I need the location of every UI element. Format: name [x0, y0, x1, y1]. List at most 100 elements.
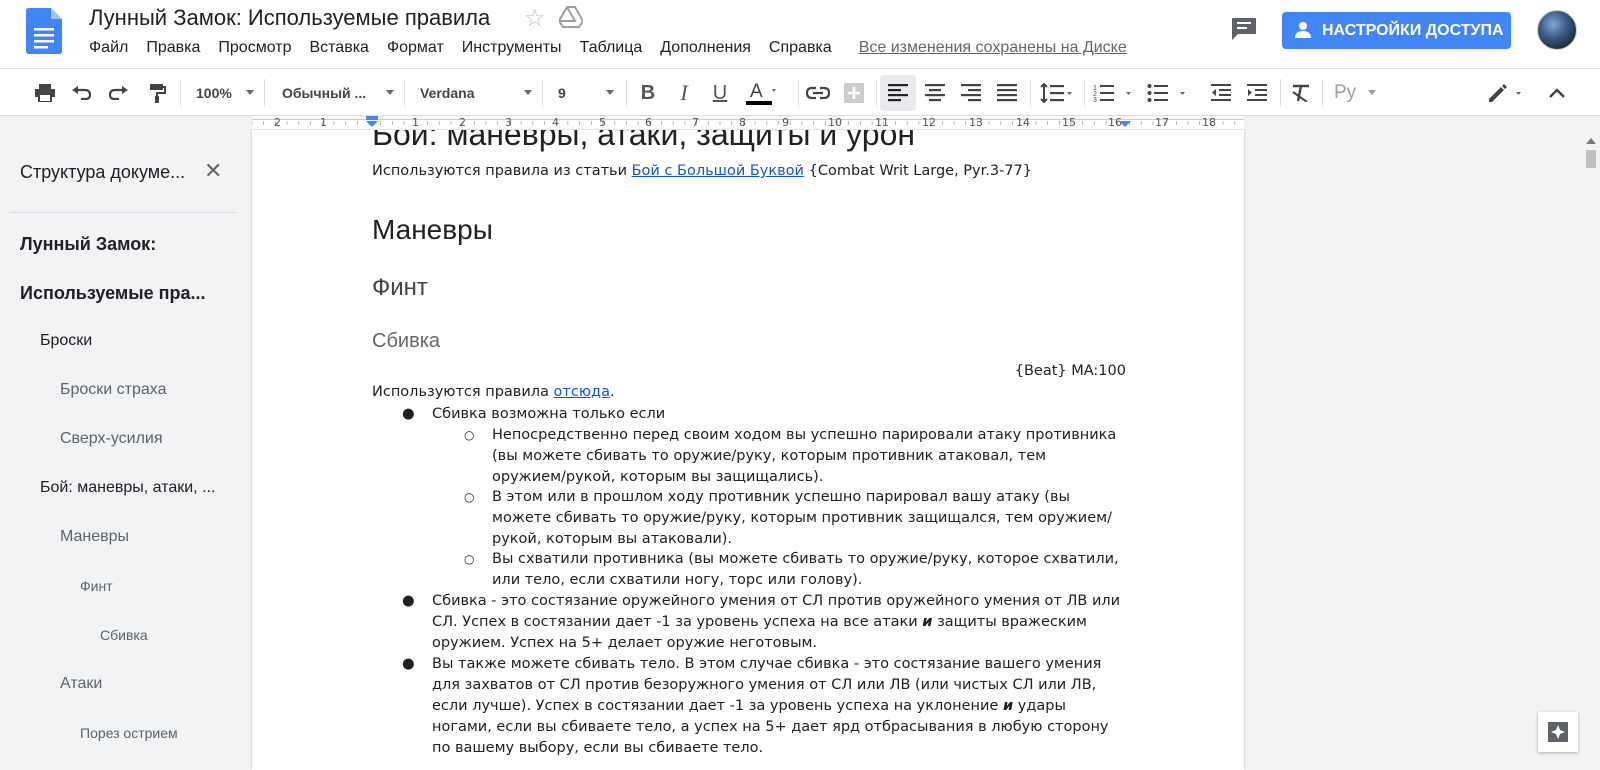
- list-item: ● Вы также можете сбивать тело. В этом сл…: [402, 654, 1122, 759]
- outline-item[interactable]: Маневры: [60, 528, 129, 546]
- paragraph-style-select[interactable]: Обычный ...: [268, 69, 402, 117]
- outline-divider: [10, 212, 236, 213]
- close-icon[interactable]: ✕: [204, 158, 222, 184]
- list-item: ○ В этом или в прошлом ходу противник усп…: [464, 487, 1122, 550]
- list-item: ● Сбивка - это состязание оружейного умен…: [402, 591, 1122, 654]
- explore-button[interactable]: [1538, 712, 1578, 752]
- outline-item[interactable]: Сверх-усилия: [60, 430, 163, 448]
- list-item-text: Вы также можете сбивать тело. В этом слу…: [432, 656, 1102, 714]
- star-icon[interactable]: ☆: [524, 4, 546, 33]
- clear-formatting-icon[interactable]: [1284, 69, 1318, 117]
- ruler[interactable]: 2 1 1 2 3 4 5 6 7 8 9 10 11 12 13 14 15 …: [252, 116, 1244, 130]
- align-center-icon[interactable]: [918, 69, 952, 117]
- outline-item[interactable]: Финт: [80, 578, 113, 594]
- avatar[interactable]: [1537, 10, 1577, 50]
- heading-beat: Сбивка: [372, 330, 441, 352]
- line-spacing-icon[interactable]: [1034, 69, 1078, 117]
- outline-item[interactable]: Используемые пра...: [20, 283, 206, 304]
- right-indent-marker-icon[interactable]: [1118, 116, 1132, 128]
- rules-source-link[interactable]: отсюда: [554, 384, 610, 400]
- menu-help[interactable]: Справка: [760, 39, 841, 57]
- text-color-icon[interactable]: A: [741, 69, 781, 117]
- outline-item[interactable]: Бой: маневры, атаки, ...: [40, 479, 215, 497]
- move-to-folder-icon[interactable]: [559, 6, 583, 28]
- outline-item[interactable]: Порез острием: [80, 725, 178, 741]
- toolbar-divider: [798, 79, 799, 107]
- menu-format[interactable]: Формат: [378, 39, 453, 57]
- zoom-value: 100%: [196, 85, 232, 101]
- docs-logo-icon[interactable]: [26, 8, 62, 54]
- menu-insert[interactable]: Вставка: [300, 39, 377, 57]
- input-tools-select[interactable]: Ру: [1326, 69, 1384, 117]
- font-size-select[interactable]: 9: [544, 69, 622, 117]
- toolbar-divider: [404, 79, 405, 107]
- bold-icon[interactable]: B: [633, 69, 663, 117]
- ruler-number: 1: [320, 116, 327, 129]
- save-status[interactable]: Все изменения сохранены на Диске: [859, 39, 1127, 57]
- list-item-text: В этом или в прошлом ходу противник успе…: [492, 489, 1112, 547]
- input-tools-value: Ру: [1334, 82, 1357, 103]
- scrollbar-thumb[interactable]: [1586, 150, 1596, 168]
- numbered-list-icon[interactable]: 123: [1088, 69, 1138, 117]
- scroll-up-arrow-icon[interactable]: [1586, 138, 1596, 144]
- combat-article-link[interactable]: Бой с Большой Буквой: [632, 163, 804, 179]
- menu-table[interactable]: Таблица: [571, 39, 652, 57]
- outline-title: Структура докуме...: [20, 162, 186, 182]
- toolbar: 100% Обычный ... Verdana 9 B I U A 1 2 3…: [0, 68, 1600, 116]
- outline-item[interactable]: Атаки: [60, 675, 102, 693]
- collapse-toolbar-icon[interactable]: [1540, 69, 1574, 117]
- bullet-icon: ●: [402, 656, 415, 672]
- toolbar-divider: [876, 79, 877, 107]
- outline-item[interactable]: Лунный Замок:: [20, 234, 156, 255]
- toolbar-divider: [1084, 79, 1085, 107]
- ruler-number: 7: [692, 116, 699, 129]
- intro-source: {Combat Writ Large, Pyr.3-77}: [803, 163, 1033, 179]
- align-justify-icon[interactable]: [990, 69, 1024, 117]
- ruler-ticks: [252, 121, 1236, 125]
- menu-view[interactable]: Просмотр: [209, 39, 300, 57]
- decrease-indent-icon[interactable]: [1204, 69, 1238, 117]
- undo-icon[interactable]: [66, 69, 96, 117]
- align-left-icon[interactable]: [880, 75, 916, 111]
- toolbar-divider: [1322, 79, 1323, 107]
- outline-item[interactable]: Броски: [40, 332, 92, 350]
- print-icon[interactable]: [30, 69, 60, 117]
- underline-icon[interactable]: U: [705, 69, 735, 117]
- list-item-text: Вы схватили противника (вы можете сбиват…: [492, 551, 1119, 588]
- add-comment-icon[interactable]: [838, 69, 870, 117]
- docs-app: Лунный Замок: Используемые правила ☆ Фай…: [0, 0, 1600, 770]
- heading-1: Бой: маневры, атаки, защиты и урон: [372, 130, 916, 152]
- paragraph-style-value: Обычный ...: [282, 85, 367, 101]
- menu-addons[interactable]: Дополнения: [651, 39, 760, 57]
- intro-paragraph: Используются правила из статьи Бой с Бол…: [372, 163, 1032, 179]
- document-page[interactable]: Бой: маневры, атаки, защиты и урон Испол…: [252, 130, 1244, 770]
- vertical-scrollbar[interactable]: [1582, 130, 1600, 770]
- outline-item[interactable]: Сбивка: [100, 627, 148, 643]
- link-icon[interactable]: [802, 69, 834, 117]
- align-right-icon[interactable]: [954, 69, 988, 117]
- header: Лунный Замок: Используемые правила ☆ Фай…: [0, 0, 1600, 68]
- list-item: ○ Вы схватили противника (вы можете сбива…: [464, 549, 1122, 591]
- redo-icon[interactable]: [104, 69, 134, 117]
- ruler-number: 8: [739, 116, 746, 129]
- font-select[interactable]: Verdana: [406, 69, 540, 117]
- ruler-number: 14: [1016, 116, 1030, 129]
- paint-format-icon[interactable]: [142, 69, 172, 117]
- ruler-number: 13: [969, 116, 983, 129]
- menu-edit[interactable]: Правка: [137, 39, 209, 57]
- menu-tools[interactable]: Инструменты: [453, 39, 571, 57]
- menu-file[interactable]: Файл: [80, 39, 137, 57]
- comments-icon[interactable]: [1230, 16, 1258, 42]
- ruler-number: 1: [412, 116, 419, 129]
- outline-item[interactable]: Броски страха: [60, 381, 167, 399]
- ruler-number: 11: [875, 116, 889, 129]
- editing-mode-icon[interactable]: [1480, 69, 1530, 117]
- document-title[interactable]: Лунный Замок: Используемые правила: [89, 5, 490, 31]
- italic-icon[interactable]: I: [669, 69, 699, 117]
- increase-indent-icon[interactable]: [1240, 69, 1274, 117]
- left-indent-marker-icon[interactable]: [365, 116, 379, 128]
- zoom-select[interactable]: 100%: [182, 69, 262, 117]
- share-button[interactable]: НАСТРОЙКИ ДОСТУПА: [1282, 12, 1511, 49]
- list-item-text: Сбивка возможна только если: [432, 406, 666, 422]
- bulleted-list-icon[interactable]: [1142, 69, 1192, 117]
